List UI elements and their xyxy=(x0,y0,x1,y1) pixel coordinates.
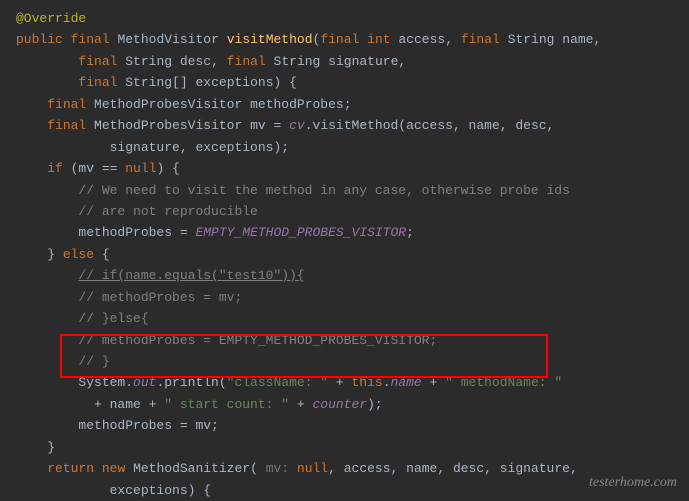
comment: // }else{ xyxy=(78,311,148,326)
code-line: // We need to visit the method in any ca… xyxy=(16,180,673,201)
code-line: final String desc, final String signatur… xyxy=(16,51,673,72)
code-line: System.out.println("className: " + this.… xyxy=(16,372,673,393)
code-line: // are not reproducible xyxy=(16,201,673,222)
string-literal: "className: " xyxy=(227,375,328,390)
code-line: // methodProbes = mv; xyxy=(16,287,673,308)
code-line: final String[] exceptions) { xyxy=(16,72,673,93)
code-line: } xyxy=(16,437,673,458)
code-line: signature, exceptions); xyxy=(16,137,673,158)
code-line: exceptions) { xyxy=(16,480,673,501)
comment: // We need to visit the method in any ca… xyxy=(78,183,569,198)
code-line: @Override xyxy=(16,8,673,29)
code-line: // if(name.equals("test10")){ xyxy=(16,265,673,286)
comment: // methodProbes = EMPTY_METHOD_PROBES_VI… xyxy=(78,333,437,348)
code-line: methodProbes = mv; xyxy=(16,415,673,436)
comment: // methodProbes = mv; xyxy=(78,290,242,305)
string-literal: " start count: " xyxy=(164,397,289,412)
code-line: final MethodProbesVisitor mv = cv.visitM… xyxy=(16,115,673,136)
comment: // are not reproducible xyxy=(78,204,257,219)
code-line: public final MethodVisitor visitMethod(f… xyxy=(16,29,673,50)
watermark: testerhome.com xyxy=(589,471,677,494)
code-line: + name + " start count: " + counter); xyxy=(16,394,673,415)
code-line: // } xyxy=(16,351,673,372)
code-line: methodProbes = EMPTY_METHOD_PROBES_VISIT… xyxy=(16,222,673,243)
code-line: if (mv == null) { xyxy=(16,158,673,179)
code-line: // }else{ xyxy=(16,308,673,329)
comment: // } xyxy=(78,354,109,369)
code-line: final MethodProbesVisitor methodProbes; xyxy=(16,94,673,115)
method-declaration: visitMethod xyxy=(227,32,313,47)
code-line: // methodProbes = EMPTY_METHOD_PROBES_VI… xyxy=(16,330,673,351)
constant: EMPTY_METHOD_PROBES_VISITOR xyxy=(195,225,406,240)
annotation: @Override xyxy=(16,11,86,26)
string-literal: " methodName: " xyxy=(445,375,562,390)
parameter-hint: mv: xyxy=(258,461,297,476)
code-line: return new MethodSanitizer( mv: null, ac… xyxy=(16,458,673,479)
comment: // if(name.equals("test10")){ xyxy=(78,268,304,283)
code-editor[interactable]: @Override public final MethodVisitor vis… xyxy=(16,8,673,501)
code-line: } else { xyxy=(16,244,673,265)
